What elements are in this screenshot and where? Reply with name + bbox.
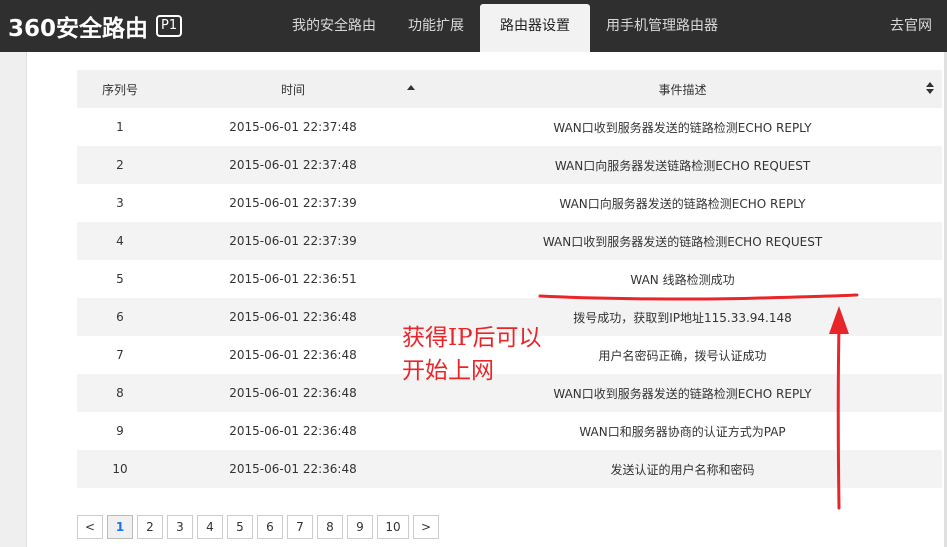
cell-id: 3 (116, 196, 124, 210)
sort-ascending-icon (407, 85, 415, 90)
page-button-8[interactable]: 8 (317, 515, 343, 539)
cell-description: WAN口收到服务器发送的链路检测ECHO REPLY (553, 120, 812, 135)
nav-router-settings[interactable]: 路由器设置 (480, 4, 590, 52)
cell-time: 2015-06-01 22:36:48 (229, 462, 357, 476)
annotation-text: 获得IP后可以 开始上网 (402, 322, 542, 388)
nav-mobile-manage[interactable]: 用手机管理路由器 (590, 0, 734, 52)
cell-description: WAN口向服务器发送链路检测ECHO REQUEST (554, 158, 811, 173)
cell-id: 1 (116, 120, 124, 134)
pagination: < 1 2 3 4 5 6 7 8 9 10 > (77, 515, 443, 539)
cell-time: 2015-06-01 22:36:48 (229, 310, 357, 324)
cell-time: 2015-06-01 22:37:39 (229, 196, 357, 210)
cell-time: 2015-06-01 22:36:48 (229, 424, 357, 438)
cell-id: 5 (116, 272, 124, 286)
page-button-5[interactable]: 5 (227, 515, 253, 539)
table-row: 1 2015-06-01 22:37:48 WAN口收到服务器发送的链路检测EC… (77, 108, 942, 146)
cell-id: 2 (116, 158, 124, 172)
page-button-2[interactable]: 2 (137, 515, 163, 539)
column-header-time-label: 时间 (280, 82, 305, 97)
annotation-line-1: 获得IP后可以 (402, 325, 542, 351)
cell-time: 2015-06-01 22:36:48 (229, 386, 357, 400)
prev-page-button[interactable]: < (77, 515, 103, 539)
table-row: 10 2015-06-01 22:36:48 发送认证的用户名称和密码 (77, 450, 942, 488)
table-row: 2 2015-06-01 22:37:48 WAN口向服务器发送链路检测ECHO… (77, 146, 942, 184)
column-header-time[interactable]: 时间 (163, 70, 423, 108)
table-row: 5 2015-06-01 22:36:51 WAN 线路检测成功 (77, 260, 942, 298)
next-page-button[interactable]: > (413, 515, 439, 539)
page-button-4[interactable]: 4 (197, 515, 223, 539)
cell-id: 4 (116, 234, 124, 248)
model-badge: P1 (156, 15, 183, 37)
cell-id: 6 (116, 310, 124, 324)
cell-description: WAN口收到服务器发送的链路检测ECHO REQUEST (542, 234, 823, 249)
cell-description: WAN口向服务器发送的链路检测ECHO REPLY (559, 196, 806, 211)
cell-time: 2015-06-01 22:36:48 (229, 348, 357, 362)
page-button-10[interactable]: 10 (377, 515, 409, 539)
logo[interactable]: 360安全路由 P1 (8, 10, 183, 42)
cell-id: 9 (116, 424, 124, 438)
cell-description: WAN口和服务器协商的认证方式为PAP (579, 424, 786, 439)
official-site-link[interactable]: 去官网 (890, 0, 932, 52)
nav-my-router[interactable]: 我的安全路由 (276, 0, 392, 52)
cell-time: 2015-06-01 22:37:48 (229, 158, 357, 172)
table-row: 3 2015-06-01 22:37:39 WAN口向服务器发送的链路检测ECH… (77, 184, 942, 222)
column-header-id[interactable]: 序列号 (77, 70, 163, 108)
table-row: 9 2015-06-01 22:36:48 WAN口和服务器协商的认证方式为PA… (77, 412, 942, 450)
table-header: 序列号 时间 事件描述 (77, 70, 942, 108)
page-button-7[interactable]: 7 (287, 515, 313, 539)
column-header-description[interactable]: 事件描述 (423, 70, 942, 108)
annotation-line-2: 开始上网 (402, 358, 494, 384)
top-bar: 360安全路由 P1 我的安全路由 功能扩展 路由器设置 用手机管理路由器 去官… (0, 0, 947, 52)
logo-text: 360安全路由 (8, 16, 149, 42)
cell-id: 10 (112, 462, 128, 476)
cell-description: WAN 线路检测成功 (630, 272, 735, 287)
column-header-id-label: 序列号 (101, 82, 138, 97)
cell-time: 2015-06-01 22:37:48 (229, 120, 357, 134)
cell-id: 8 (116, 386, 124, 400)
cell-id: 7 (116, 348, 124, 362)
page-button-1[interactable]: 1 (107, 515, 133, 539)
left-frame (0, 52, 27, 547)
table-row: 4 2015-06-01 22:37:39 WAN口收到服务器发送的链路检测EC… (77, 222, 942, 260)
main-nav: 我的安全路由 功能扩展 路由器设置 用手机管理路由器 (276, 0, 734, 52)
page-button-9[interactable]: 9 (347, 515, 373, 539)
page-button-3[interactable]: 3 (167, 515, 193, 539)
page-button-6[interactable]: 6 (257, 515, 283, 539)
cell-time: 2015-06-01 22:37:39 (229, 234, 357, 248)
nav-extensions[interactable]: 功能扩展 (392, 0, 480, 52)
column-header-description-label: 事件描述 (658, 82, 707, 97)
sort-toggle-icon (926, 82, 934, 96)
event-log-table: 序列号 时间 事件描述 1 2015-06-01 22:37:48 WAN口收到… (77, 70, 942, 488)
cell-time: 2015-06-01 22:36:51 (229, 272, 357, 286)
cell-description: 发送认证的用户名称和密码 (610, 462, 755, 477)
